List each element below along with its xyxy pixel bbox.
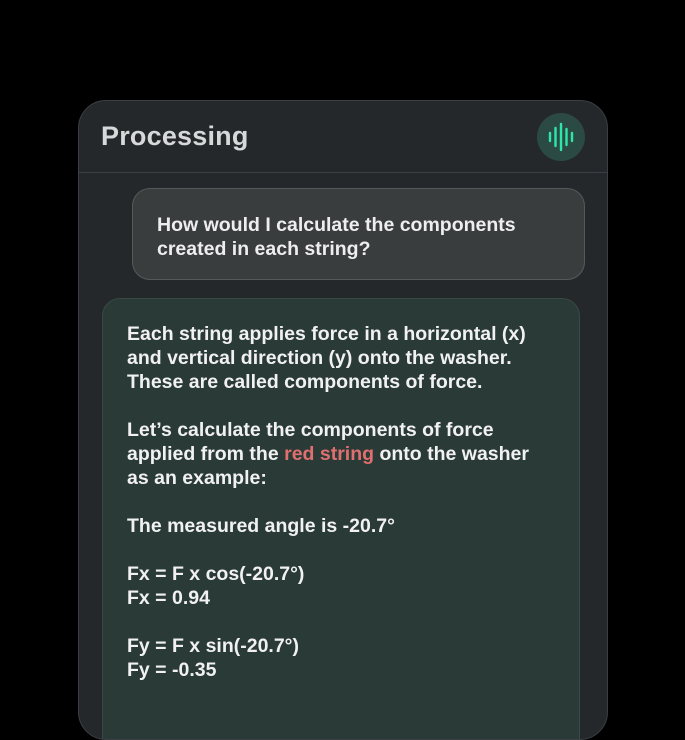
- chat-panel: Processing How would I calculate the com…: [78, 100, 608, 740]
- user-message-bubble: How would I calculate the components cre…: [132, 188, 585, 280]
- assistant-paragraph-2: Let’s calculate the components of force …: [127, 418, 555, 490]
- fy-value: Fy = -0.35: [127, 659, 217, 681]
- panel-header: Processing: [79, 101, 607, 173]
- red-string-highlight: red string: [284, 443, 375, 465]
- voice-button[interactable]: [537, 113, 585, 161]
- fy-formula: Fy = F x sin(-20.7°): [127, 635, 299, 657]
- user-message-text: How would I calculate the components cre…: [157, 214, 516, 260]
- fx-block: Fx = F x cos(-20.7°) Fx = 0.94: [127, 562, 555, 610]
- assistant-paragraph-1: Each string applies force in a horizonta…: [127, 323, 526, 393]
- page-title: Processing: [101, 121, 249, 151]
- fx-value: Fx = 0.94: [127, 587, 210, 609]
- fy-block: Fy = F x sin(-20.7°) Fy = -0.35: [127, 634, 555, 682]
- assistant-message-bubble: Each string applies force in a horizonta…: [102, 298, 580, 739]
- waveform-icon: [548, 122, 574, 152]
- angle-line: The measured angle is -20.7°: [127, 515, 395, 537]
- fx-formula: Fx = F x cos(-20.7°): [127, 563, 305, 585]
